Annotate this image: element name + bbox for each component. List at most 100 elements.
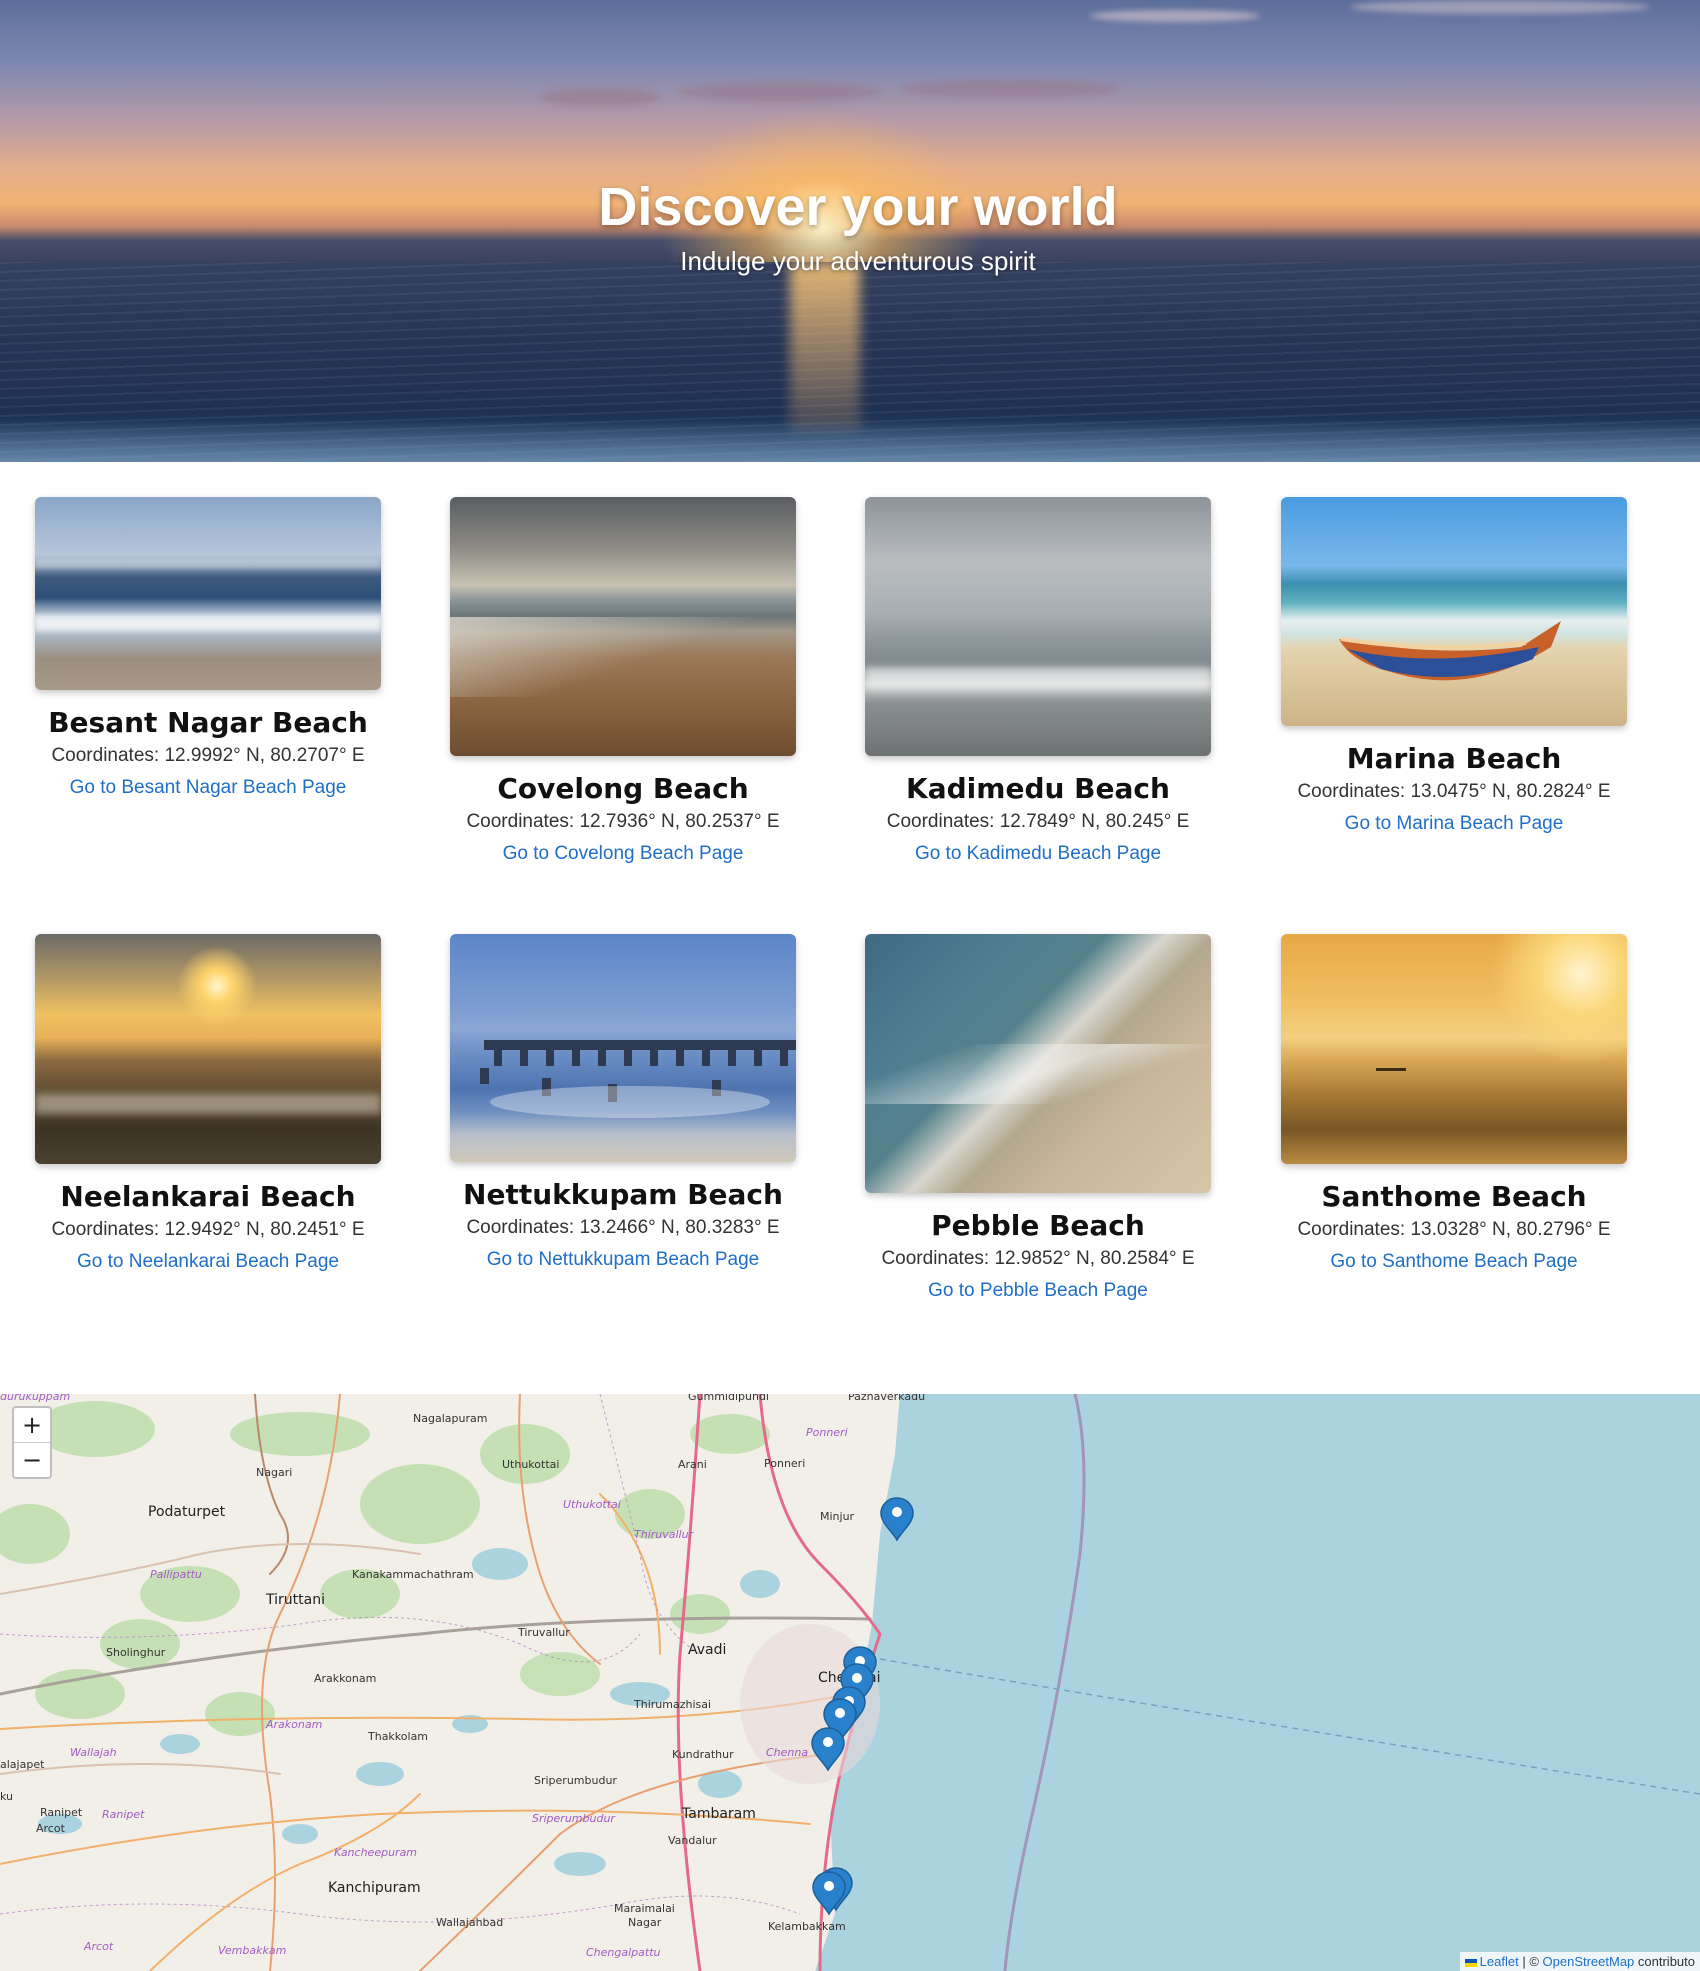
beach-photo[interactable]	[865, 497, 1211, 756]
beach-card-besant-nagar: Besant Nagar Beach Coordinates: 12.9992°…	[35, 497, 381, 800]
hero-cloud	[1090, 10, 1260, 22]
town-label-arcot-taluk: Arcot	[83, 1940, 114, 1953]
beach-page-link[interactable]: Go to Pebble Beach Page	[928, 1279, 1148, 1303]
town-label-wallajahbad: Wallajahbad	[436, 1916, 503, 1929]
beach-page-link[interactable]: Go to Besant Nagar Beach Page	[70, 776, 347, 800]
hero-sun-reflection	[790, 262, 860, 432]
boat-illustration	[1339, 621, 1561, 681]
hero-cloud	[540, 88, 660, 106]
beach-coordinates: Coordinates: 12.7936° N, 80.2537° E	[466, 811, 780, 832]
beach-photo[interactable]	[1281, 934, 1627, 1164]
ukraine-flag-icon	[1464, 1958, 1477, 1967]
town-label-chengalpattu: Chengalpattu	[586, 1946, 661, 1959]
town-label-arani: Arani	[678, 1458, 707, 1471]
town-label-tiruttani: Tiruttani	[265, 1592, 325, 1608]
beach-photo[interactable]	[35, 934, 381, 1164]
zoom-in-button[interactable]: +	[14, 1408, 50, 1442]
beach-photo[interactable]	[1281, 497, 1627, 726]
beach-card-neelankarai: Neelankarai Beach Coordinates: 12.9492° …	[35, 934, 381, 1274]
town-label-kelambakkam: Kelambakkam	[768, 1920, 846, 1933]
town-label-nagar: Nagar	[628, 1916, 662, 1929]
beach-name: Neelankarai Beach	[60, 1180, 356, 1213]
town-label-sriperumbudur: Sriperumbudur	[534, 1774, 617, 1787]
town-label-vandalur: Vandalur	[668, 1834, 717, 1847]
hero-cloud	[900, 80, 1120, 98]
beach-coordinates: Coordinates: 12.7849° N, 80.245° E	[886, 811, 1190, 832]
beach-photo[interactable]	[450, 934, 796, 1162]
town-label-arakonam-taluk: Arakonam	[265, 1718, 322, 1731]
beach-page-link[interactable]: Go to Nettukkupam Beach Page	[487, 1248, 760, 1272]
hero-cloud	[1350, 0, 1650, 14]
town-label-uthukottai: Uthukottai	[502, 1458, 559, 1471]
town-label-kanchipuram: Kanchipuram	[328, 1880, 421, 1896]
town-label-tiruvallur: Tiruvallur	[517, 1626, 570, 1639]
beach-page-link[interactable]: Go to Neelankarai Beach Page	[77, 1250, 339, 1274]
town-label-pallipattu: Pallipattu	[150, 1568, 202, 1581]
beach-name: Nettukkupam Beach	[463, 1178, 783, 1211]
town-label-pazhaverkadu: Pazhaverkadu	[848, 1394, 925, 1403]
beach-coordinates: Coordinates: 12.9992° N, 80.2707° E	[51, 745, 365, 766]
beach-coordinates: Coordinates: 13.0475° N, 80.2824° E	[1297, 781, 1611, 802]
town-label-podaturpet: Podaturpet	[148, 1504, 226, 1520]
town-label-walajapet: alajapet	[0, 1758, 45, 1771]
town-label-tambaram: Tambaram	[681, 1806, 756, 1822]
beach-page-link[interactable]: Go to Marina Beach Page	[1345, 812, 1564, 836]
town-label-ponneri-taluk: Ponneri	[806, 1426, 848, 1439]
town-label-chennai-taluk: Chenna	[766, 1746, 808, 1759]
beach-card-nettukkupam: Nettukkupam Beach Coordinates: 13.2466° …	[450, 934, 796, 1272]
town-label-ranipet: Ranipet	[40, 1806, 83, 1819]
town-label-nagari: Nagari	[256, 1466, 292, 1479]
town-label-kundrathur: Kundrathur	[672, 1748, 734, 1761]
beach-page-link[interactable]: Go to Covelong Beach Page	[503, 842, 744, 866]
map-attribution: Leaflet | © OpenStreetMap contributo	[1459, 1952, 1700, 1971]
beach-photo[interactable]	[865, 934, 1211, 1193]
beach-card-marina: Marina Beach Coordinates: 13.0475° N, 80…	[1281, 497, 1627, 836]
hero-cloud	[680, 82, 880, 102]
town-label-gummidipundi: Gummidipundi	[688, 1394, 769, 1403]
hero-title: Discover your world	[598, 177, 1118, 237]
attribution-separator: | ©	[1518, 1954, 1543, 1969]
zoom-out-button[interactable]: −	[14, 1443, 50, 1477]
beach-name: Pebble Beach	[931, 1209, 1145, 1242]
beach-card-pebble: Pebble Beach Coordinates: 12.9852° N, 80…	[865, 934, 1211, 1303]
town-label-arcot: Arcot	[36, 1822, 66, 1835]
town-label-sriperumbudur-taluk: Sriperumbudur	[532, 1812, 616, 1825]
beach-photo[interactable]	[450, 497, 796, 756]
town-label-kancheepuram-taluk: Kancheepuram	[334, 1846, 417, 1859]
beach-card-santhome: Santhome Beach Coordinates: 13.0328° N, …	[1281, 934, 1627, 1274]
hero-subtitle: Indulge your adventurous spirit	[680, 246, 1036, 276]
beach-name: Santhome Beach	[1321, 1180, 1587, 1213]
beach-map[interactable]: Nagalapuram Nagari Uthukottai Arani Ponn…	[0, 1394, 1700, 1971]
beach-name: Marina Beach	[1346, 742, 1562, 775]
map-tiles[interactable]: Nagalapuram Nagari Uthukottai Arani Ponn…	[0, 1394, 1700, 1971]
beach-page-link[interactable]: Go to Kadimedu Beach Page	[915, 842, 1161, 866]
beach-name: Kadimedu Beach	[906, 772, 1170, 805]
town-label-maraimalai: Maraimalai	[614, 1902, 675, 1915]
hero-foam	[0, 420, 1700, 462]
hero-banner: Discover your world Indulge your adventu…	[0, 0, 1700, 462]
town-label-wallajah: Wallajah	[70, 1746, 117, 1759]
town-label-gurukuppam: durukuppam	[0, 1394, 70, 1403]
town-label-thakkolam: Thakkolam	[367, 1730, 428, 1743]
town-label-kanakammachathram: Kanakammachathram	[352, 1568, 474, 1581]
town-label-uthukottai-taluk: Uthukottai	[563, 1498, 621, 1511]
town-label-sholinghur: Sholinghur	[106, 1646, 166, 1659]
beach-photo[interactable]	[35, 497, 381, 690]
town-label-thirumazhisai: Thirumazhisai	[633, 1698, 711, 1711]
leaflet-link[interactable]: Leaflet	[1480, 1954, 1519, 1969]
beach-coordinates: Coordinates: 12.9492° N, 80.2451° E	[51, 1219, 365, 1240]
town-label-arakkonam: Arakkonam	[314, 1672, 376, 1685]
beach-coordinates: Coordinates: 13.0328° N, 80.2796° E	[1297, 1219, 1611, 1240]
beach-name: Besant Nagar Beach	[48, 706, 368, 739]
openstreetmap-link[interactable]: OpenStreetMap	[1543, 1954, 1635, 1969]
beach-coordinates: Coordinates: 13.2466° N, 80.3283° E	[466, 1217, 780, 1238]
town-label-minjur: Minjur	[820, 1510, 855, 1523]
town-label-nagalapuram: Nagalapuram	[413, 1412, 487, 1425]
beach-coordinates: Coordinates: 12.9852° N, 80.2584° E	[881, 1248, 1195, 1269]
pier-illustration	[480, 1040, 796, 1118]
town-label-ku: ku	[0, 1790, 13, 1803]
beach-card-covelong: Covelong Beach Coordinates: 12.7936° N, …	[450, 497, 796, 866]
beach-name: Covelong Beach	[497, 772, 749, 805]
beach-page-link[interactable]: Go to Santhome Beach Page	[1330, 1250, 1577, 1274]
attribution-suffix: contributo	[1634, 1954, 1695, 1969]
